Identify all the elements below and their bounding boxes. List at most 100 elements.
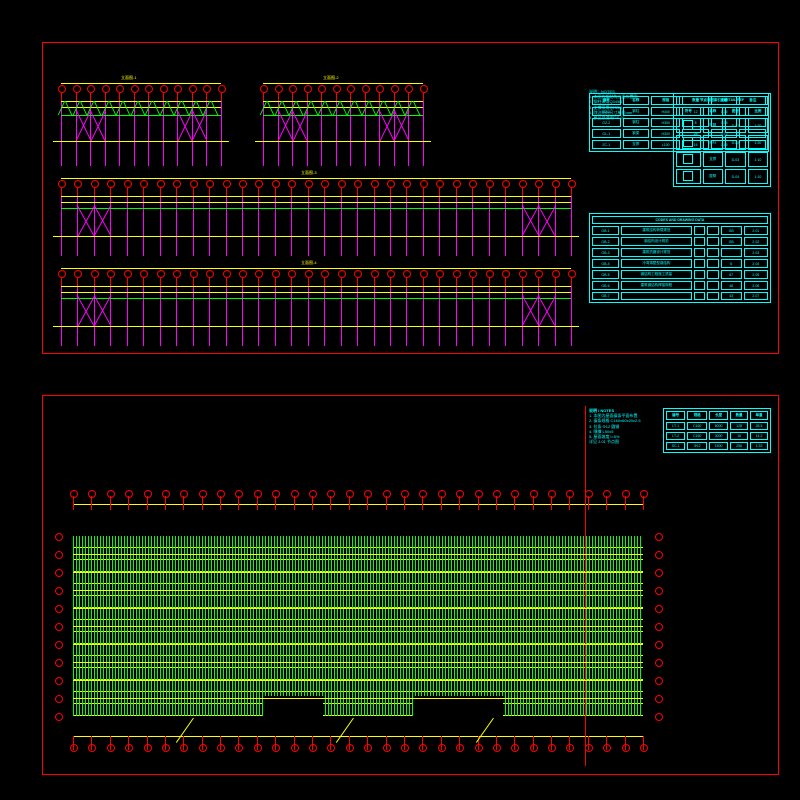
grid-bubble: [116, 85, 124, 93]
grid-bubble: [217, 490, 225, 498]
td: 冷弯薄壁型钢结构: [621, 259, 692, 268]
td: 柱脚: [703, 118, 723, 133]
column: [374, 196, 375, 256]
grid-bubble: [655, 659, 663, 667]
grid-bubble: [420, 85, 428, 93]
grid-line: [441, 496, 442, 510]
grid-bubble: [239, 270, 247, 278]
td: [721, 248, 742, 257]
purlin-line: [73, 572, 643, 573]
grid-bubble: [74, 180, 82, 188]
grid-bubble: [535, 270, 543, 278]
leader-line: [336, 718, 354, 743]
grid-bubble: [622, 490, 630, 498]
td: 28.5: [750, 422, 768, 430]
grid-bubble: [493, 744, 501, 752]
grid-bubble: [321, 180, 329, 188]
grid-line: [459, 736, 460, 750]
grid-bubble: [254, 490, 262, 498]
grid-line: [422, 736, 423, 750]
codes-table: CODES AND DRAWING DATA GB-1建筑结构荷载规范GB2.0…: [589, 213, 771, 303]
grid-bubble: [58, 85, 66, 93]
grid-bubble: [55, 623, 63, 631]
grid-line: [220, 736, 221, 750]
table-row: GB-3建筑抗震设计规范2.03: [592, 248, 768, 257]
grid-bubble: [180, 490, 188, 498]
td: [676, 135, 701, 150]
th: 编号: [666, 411, 685, 420]
grid-line: [183, 496, 184, 510]
column: [291, 286, 292, 346]
column: [341, 286, 342, 346]
grid-bubble: [272, 180, 280, 188]
column: [489, 286, 490, 346]
td: GB-5: [592, 270, 619, 279]
column: [275, 196, 276, 256]
elevation-4: 立面图-4: [61, 278, 571, 328]
grid-bubble: [354, 180, 362, 188]
grid-line: [73, 496, 74, 510]
grid-bubble: [55, 659, 63, 667]
column: [134, 101, 135, 166]
grid-bubble: [603, 490, 611, 498]
grid-line: [514, 496, 515, 510]
bot-chord: [263, 115, 423, 116]
roof-notch: [263, 696, 323, 718]
grid-bubble: [88, 744, 96, 752]
grid-bubble: [275, 85, 283, 93]
grid-bubble: [453, 180, 461, 188]
grid-bubble: [347, 85, 355, 93]
column: [423, 101, 424, 166]
column: [127, 286, 128, 346]
grid-line: [551, 496, 552, 510]
column: [258, 286, 259, 346]
table-row: LT-1C160600012828.5: [666, 422, 768, 430]
td: 1.33: [750, 442, 768, 450]
td: 2.04: [744, 259, 768, 268]
title-block-border: [585, 406, 586, 766]
th: 数量: [730, 411, 748, 420]
grid-line: [110, 736, 111, 750]
column: [472, 286, 473, 346]
td: [694, 259, 705, 268]
grid-bubble: [124, 270, 132, 278]
grid-bubble: [304, 85, 312, 93]
td: 建筑抗震设计规范: [621, 248, 692, 257]
grid-line: [533, 496, 534, 510]
grid-line: [202, 496, 203, 510]
th: 名称: [703, 107, 723, 116]
grid-bubble: [530, 744, 538, 752]
top-chord: [61, 286, 571, 287]
td: 钢柱: [623, 118, 650, 127]
grid-bubble: [585, 744, 593, 752]
grid-bubble: [199, 744, 207, 752]
grid-bubble: [235, 490, 243, 498]
grid-bubble: [173, 270, 181, 278]
grid-bubble: [70, 744, 78, 752]
grid-line: [275, 496, 276, 510]
td: GZ-1: [592, 107, 621, 116]
grid-bubble: [568, 180, 576, 188]
grid-bubble: [107, 270, 115, 278]
td: 1:10: [748, 152, 768, 167]
purlin-line: [73, 698, 643, 699]
grid-bubble: [174, 85, 182, 93]
td: [676, 118, 701, 133]
grid-line: [202, 736, 203, 750]
td: LT-1: [666, 422, 685, 430]
grid-bubble: [548, 744, 556, 752]
web: [354, 101, 362, 115]
td: 1:20: [748, 135, 768, 150]
web: [296, 101, 304, 115]
grid-line: [330, 736, 331, 750]
td: GB: [721, 237, 742, 246]
td: [694, 292, 705, 300]
dim-line: [61, 268, 571, 269]
grid-line: [128, 736, 129, 750]
td: 16: [730, 432, 748, 440]
web: [325, 101, 333, 115]
section-label: 立面图-3: [301, 170, 317, 176]
td: [694, 237, 705, 246]
td: GB-6: [592, 281, 619, 290]
grid-bubble: [125, 744, 133, 752]
